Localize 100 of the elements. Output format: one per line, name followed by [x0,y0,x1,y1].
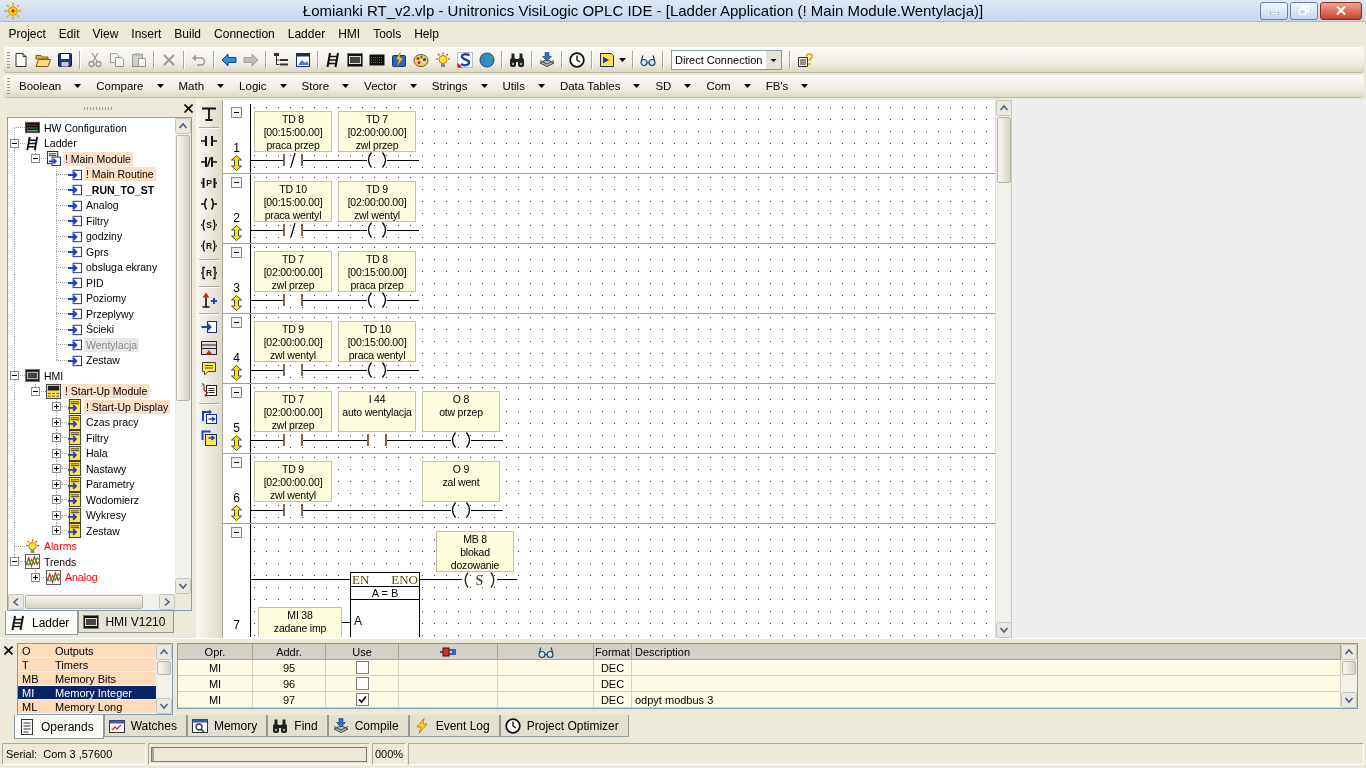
scrollbar[interactable] [175,118,191,594]
scroll-up-icon[interactable] [156,644,172,660]
tree-item[interactable]: Filtry [84,430,111,445]
operand-type-item[interactable]: MB Memory Bits [18,672,156,686]
tree-item[interactable]: ! Main Module [63,151,133,166]
checkbox[interactable] [355,677,369,690]
help-icon[interactable] [797,51,813,68]
close-button[interactable] [1320,1,1362,20]
function-menu-button[interactable]: Boolean [10,75,88,97]
collapse-icon[interactable] [231,107,242,118]
panel-tab[interactable]: Operands [14,715,104,739]
tree-item[interactable]: Alarms [42,539,79,554]
close-icon[interactable] [4,646,13,655]
menu-item[interactable]: View [86,24,125,44]
function-menu-button[interactable]: Utils [493,75,551,97]
swirl-logo-icon[interactable] [457,51,473,68]
tree-item[interactable]: Ladder [42,136,79,151]
tree-item[interactable]: Trends [42,554,79,569]
menu-item[interactable]: Tools [366,24,408,44]
collapse-icon[interactable] [231,177,242,188]
connection-dropdown[interactable]: Direct Connection [671,49,782,70]
link-document-icon[interactable] [201,382,217,398]
scroll-up-icon[interactable] [1341,644,1357,660]
expand-icon[interactable] [52,526,61,536]
scroll-down-icon[interactable] [156,698,172,714]
panel-tab[interactable]: Watches [103,715,187,737]
window-icon[interactable] [295,51,311,68]
lightning-box-icon[interactable] [391,51,407,68]
function-menu-button[interactable]: Data Tables [550,75,647,97]
up-down-arrow-icon[interactable] [231,295,242,311]
up-down-arrow-icon[interactable] [231,505,242,521]
tree-item[interactable]: godziny [84,229,125,244]
panel-tab[interactable]: HMI V1210 [78,611,175,633]
close-icon[interactable] [184,104,193,113]
restore-button[interactable] [1290,1,1318,20]
coil-icon[interactable] [201,196,217,212]
minimize-button[interactable] [1260,1,1288,20]
menu-item[interactable]: Connection [207,24,282,44]
tree-item[interactable]: PID [84,275,106,290]
collapse-icon[interactable] [31,154,40,164]
scrollbar-thumb[interactable] [25,595,143,609]
scroll-up-icon[interactable] [175,118,191,134]
scrollbar[interactable] [8,594,175,610]
scroll-right-icon[interactable] [159,594,175,610]
tree-item[interactable]: HW Configuration [42,120,129,135]
tree-item[interactable]: Ścieki [84,322,116,337]
expand-icon[interactable] [31,572,40,582]
palette-icon[interactable] [413,51,429,68]
play-screen-icon[interactable] [599,51,615,68]
globe-icon[interactable] [479,51,495,68]
collapse-icon[interactable] [231,527,242,538]
collapse-icon[interactable] [31,386,40,396]
ladder-icon[interactable] [325,51,341,68]
left-arrow-icon[interactable] [221,51,237,68]
panel-tab[interactable]: Ladder [5,611,79,635]
scrollbar[interactable] [156,644,172,714]
panel-grip-icon[interactable] [84,107,112,110]
display-strip-icon[interactable] [201,340,217,356]
panel-tab[interactable]: Event Log [408,715,500,737]
expand-icon[interactable] [52,402,61,412]
document-arrows-icon[interactable] [201,409,217,425]
menu-item[interactable]: HMI [331,24,367,44]
checkbox[interactable] [355,661,369,674]
collapse-icon[interactable] [231,387,242,398]
speech-bubble-icon[interactable] [201,361,217,377]
tree-item[interactable]: ! Main Routine [84,167,156,182]
scrollbar-thumb[interactable] [157,661,171,675]
collapse-icon[interactable] [10,557,19,567]
function-menu-button[interactable]: Vector [355,75,423,97]
tree-item[interactable]: HMI [42,368,66,383]
tree-item[interactable]: Filtry [84,213,111,228]
panel-tab[interactable]: Compile [327,715,409,737]
download-icon[interactable] [539,51,555,68]
collapse-icon[interactable] [10,138,19,148]
expand-icon[interactable] [52,417,61,427]
expand-icon[interactable] [52,495,61,505]
menu-item[interactable]: Ladder [281,24,332,44]
panel-tab[interactable]: Memory [186,715,268,737]
function-menu-button[interactable]: Compare [87,75,170,97]
tree-item[interactable]: Gprs [84,244,111,259]
operand-type-item[interactable]: O Outputs [18,644,156,658]
tree-item[interactable]: _RUN_TO_ST [84,182,157,197]
scroll-left-icon[interactable] [8,594,24,610]
expand-icon[interactable] [52,464,61,474]
up-down-arrow-icon[interactable] [231,155,242,171]
tree-list-icon[interactable] [273,51,289,68]
scrollbar-thumb[interactable] [1342,661,1356,675]
tree-item[interactable]: Poziomy [84,291,129,306]
closed-contact-icon[interactable] [201,154,217,170]
grip-icon[interactable] [7,51,10,68]
collapse-icon[interactable] [231,457,242,468]
arrow-into-box-icon[interactable] [201,319,217,335]
tree-item[interactable]: Hala [84,446,110,461]
scroll-down-icon[interactable] [996,622,1012,638]
up-down-arrow-icon[interactable] [231,225,242,241]
tree-item[interactable]: Analog [84,198,121,213]
operand-type-item[interactable]: T Timers [18,658,156,672]
function-menu-button[interactable]: FB's [756,75,815,97]
tree-item[interactable]: obsluga ekrany [84,260,160,275]
note-arrow-icon[interactable] [201,430,217,446]
